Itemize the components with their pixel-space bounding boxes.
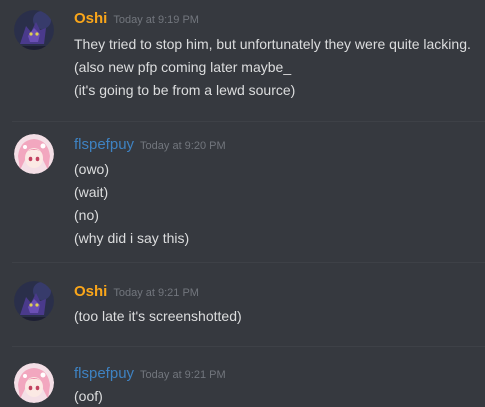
timestamp: Today at 9:19 PM — [113, 14, 199, 26]
message-header: Oshi Today at 9:21 PM — [74, 283, 199, 301]
username[interactable]: flspefpuy — [74, 136, 134, 153]
message-line: (owo) — [74, 161, 110, 177]
username[interactable]: flspefpuy — [74, 365, 134, 382]
message-line: (no) — [74, 207, 99, 223]
message-group: flspefpuy Today at 9:20 PM (owo) (wait) (… — [0, 122, 485, 260]
message-header: flspefpuy Today at 9:21 PM — [74, 365, 226, 383]
message-group: flspefpuy Today at 9:21 PM (oof) — [0, 347, 485, 407]
username[interactable]: Oshi — [74, 283, 107, 300]
message-group: Oshi Today at 9:19 PM They tried to stop … — [0, 0, 485, 120]
timestamp: Today at 9:21 PM — [113, 287, 199, 299]
message-line: (it's going to be from a lewd source) — [74, 82, 296, 98]
timestamp: Today at 9:21 PM — [140, 369, 226, 381]
message-content: (oof) — [74, 385, 481, 407]
wolf-avatar-icon[interactable] — [14, 10, 54, 50]
message-line: (wait) — [74, 184, 109, 200]
anime-girl-avatar-icon[interactable] — [14, 363, 54, 403]
message-header: flspefpuy Today at 9:20 PM — [74, 136, 226, 154]
message-line: (oof) — [74, 388, 103, 404]
message-header: Oshi Today at 9:19 PM — [74, 10, 199, 28]
message-line: They tried to stop him, but unfortunatel… — [74, 36, 471, 52]
message-content: (owo) (wait) (no) (why did i say this) — [74, 158, 481, 250]
message-line: (why did i say this) — [74, 230, 190, 246]
message-content: (too late it's screenshotted) — [74, 305, 481, 328]
anime-girl-avatar-icon[interactable] — [14, 134, 54, 174]
username[interactable]: Oshi — [74, 10, 107, 27]
message-group: Oshi Today at 9:21 PM (too late it's scre… — [0, 263, 485, 345]
wolf-avatar-icon[interactable] — [14, 281, 54, 321]
message-line: (too late it's screenshotted) — [74, 308, 242, 324]
timestamp: Today at 9:20 PM — [140, 140, 226, 152]
message-content: They tried to stop him, but unfortunatel… — [74, 33, 481, 102]
message-line: (also new pfp coming later maybe_ — [74, 59, 292, 75]
chat-message-list: Oshi Today at 9:19 PM They tried to stop … — [0, 0, 485, 407]
